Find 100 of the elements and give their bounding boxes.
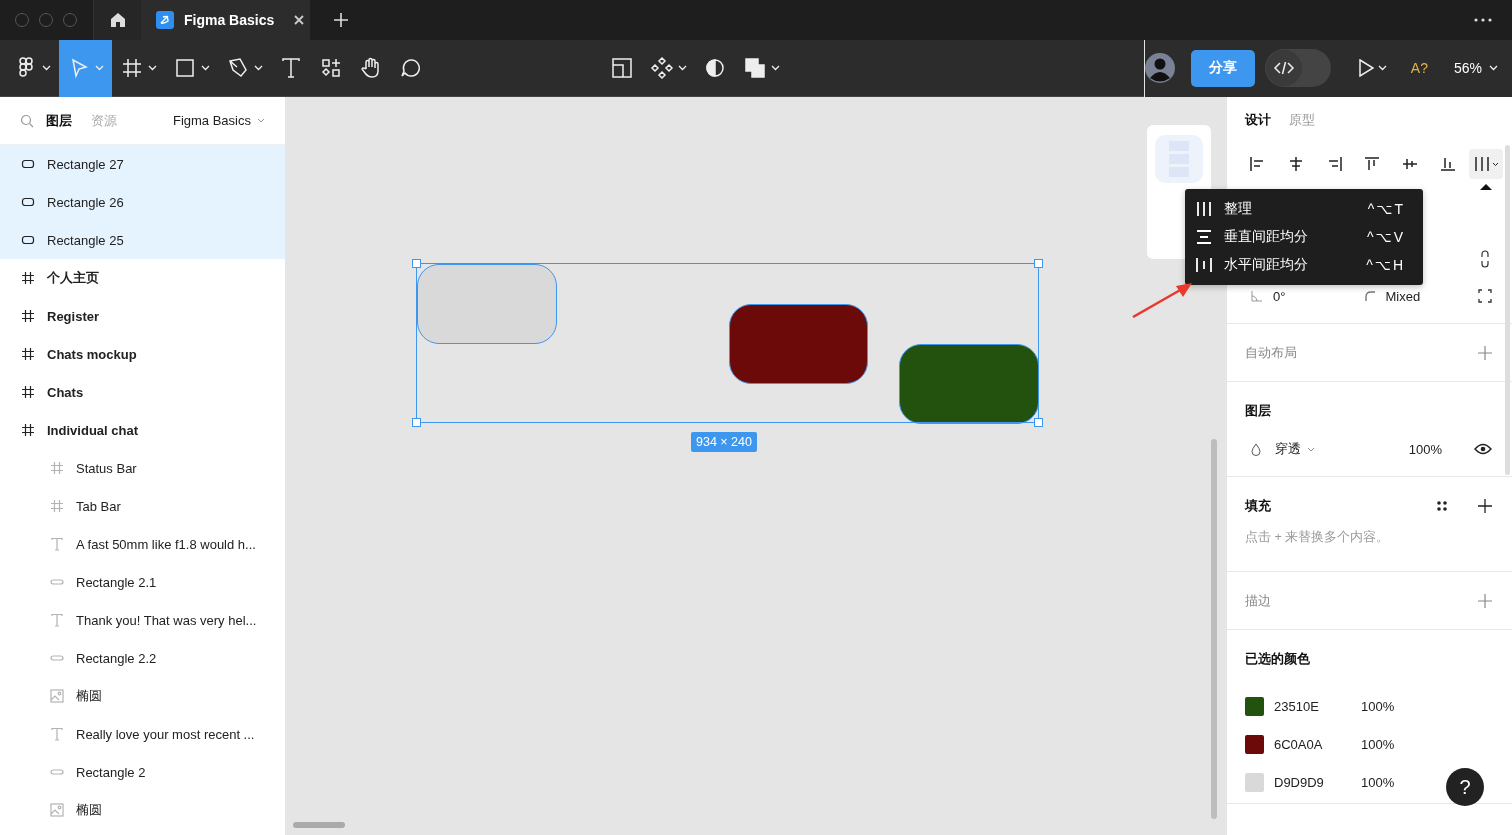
layer-item[interactable]: Rectangle 25 <box>0 221 285 259</box>
align-middle-icon <box>1401 156 1419 172</box>
chevron-icon <box>678 65 687 71</box>
color-hex[interactable]: 6C0A0A <box>1274 736 1361 752</box>
panel-tab[interactable]: 设计 <box>1245 111 1271 129</box>
text-icon <box>50 537 64 551</box>
scrollbar[interactable] <box>1211 439 1217 819</box>
frame-icon <box>21 309 35 323</box>
distribute-icon <box>1473 156 1491 172</box>
visibility-icon[interactable] <box>1474 443 1492 455</box>
horizontal-icon <box>1196 258 1212 272</box>
tidy-icon <box>1196 202 1212 216</box>
blend-mode-dropdown[interactable]: 穿透 <box>1275 440 1315 458</box>
home-icon <box>108 11 127 29</box>
layer-item[interactable]: 椭圆 <box>0 791 285 829</box>
blend-mode-icon <box>1251 442 1261 456</box>
boolean-icon <box>743 56 767 80</box>
color-hex[interactable]: 23510E <box>1274 698 1361 714</box>
section-title: 已选的颜色 <box>1245 649 1310 668</box>
home-button[interactable] <box>94 0 141 40</box>
file-tab[interactable]: Figma Basics <box>141 0 310 40</box>
comment-icon <box>399 56 423 80</box>
text-icon <box>50 727 64 741</box>
chevron-icon <box>1307 446 1315 452</box>
layer-item[interactable]: Individual chat <box>0 411 285 449</box>
chevron-icon <box>254 65 263 71</box>
opacity-value[interactable]: 100% <box>1408 441 1442 457</box>
layer-item[interactable]: Chats <box>0 373 285 411</box>
color-swatch[interactable] <box>1245 696 1264 716</box>
more-icon[interactable] <box>1474 18 1492 22</box>
chevron-icon <box>148 65 157 71</box>
frame-icon <box>21 271 35 285</box>
layer-item[interactable]: Thank you! That was very hel... <box>0 601 285 639</box>
layer-item[interactable]: Rectangle 2.1 <box>0 563 285 601</box>
vertical-icon <box>1196 230 1212 244</box>
layer-item[interactable]: Rectangle 2 <box>0 753 285 791</box>
scrollbar[interactable] <box>293 822 345 828</box>
constrain-proportions-icon[interactable] <box>1480 250 1490 268</box>
frame-icon <box>21 347 35 361</box>
frame-icon <box>21 385 35 399</box>
rotation-value[interactable]: 0° <box>1273 288 1286 304</box>
corner-radius-icon <box>1365 291 1376 301</box>
section-title: 图层 <box>1245 401 1271 420</box>
add-icon[interactable] <box>1478 498 1492 513</box>
crop-icon <box>610 56 634 80</box>
color-opacity[interactable]: 100% <box>1361 774 1395 790</box>
corner-radius-value[interactable]: Mixed <box>1385 288 1421 304</box>
panel-tab[interactable]: 图层 <box>46 111 72 130</box>
close-icon[interactable] <box>294 15 304 25</box>
scrollbar[interactable] <box>1505 145 1510 475</box>
pen-icon <box>226 56 250 80</box>
missing-fonts-button[interactable]: A? <box>1410 60 1428 76</box>
independent-corners-icon[interactable] <box>1478 289 1492 303</box>
layer-item[interactable]: Status Bar <box>0 449 285 487</box>
new-tab-icon[interactable] <box>334 13 348 27</box>
frame-icon <box>50 461 64 475</box>
image-icon <box>50 689 64 703</box>
frame-icon <box>50 499 64 513</box>
layer-item[interactable]: Rectangle 2.2 <box>0 639 285 677</box>
layer-item[interactable]: 椭圆 <box>0 677 285 715</box>
section-title: 填充 <box>1245 496 1271 515</box>
layer-item[interactable]: A fast 50mm like f1.8 would h... <box>0 525 285 563</box>
frame-icon <box>21 423 35 437</box>
color-swatch[interactable] <box>1245 734 1264 754</box>
layer-item[interactable]: Rectangle 26 <box>0 183 285 221</box>
layer-item[interactable]: Tab Bar <box>0 487 285 525</box>
align-top-icon <box>1363 156 1381 172</box>
play-icon <box>1358 59 1374 77</box>
distribute-button[interactable] <box>1469 149 1503 179</box>
chevron-icon <box>95 65 104 71</box>
color-hex[interactable]: D9D9D9 <box>1274 774 1361 790</box>
rectangle-icon <box>21 195 35 209</box>
image-icon <box>50 803 64 817</box>
layer-item[interactable]: Rectangle 27 <box>0 145 285 183</box>
color-opacity[interactable]: 100% <box>1361 698 1395 714</box>
section-title: 自动布局 <box>1245 343 1297 362</box>
styles-icon[interactable] <box>1436 499 1448 512</box>
file-icon <box>156 11 174 29</box>
component-icon <box>650 56 674 80</box>
layer-item[interactable]: Chats mockup <box>0 335 285 373</box>
help-button[interactable]: ? <box>1446 768 1484 806</box>
rotation-icon <box>1251 290 1263 302</box>
caret-icon <box>1480 184 1492 190</box>
section-title: 描边 <box>1245 591 1271 610</box>
frame-icon <box>120 56 144 80</box>
chevron-icon <box>257 118 265 123</box>
resources-icon <box>319 56 343 80</box>
layer-item[interactable]: 个人主页 <box>0 259 285 297</box>
dev-mode-toggle[interactable] <box>1264 49 1331 87</box>
chevron-icon <box>1377 65 1387 71</box>
align-center-icon <box>1287 156 1305 172</box>
zoom-menu[interactable]: 56% <box>1453 60 1498 76</box>
layer-item[interactable]: Register <box>0 297 285 335</box>
layer-item[interactable]: Really love your most recent ... <box>0 715 285 753</box>
color-opacity[interactable]: 100% <box>1361 736 1395 752</box>
color-swatch[interactable] <box>1245 772 1264 792</box>
avatar-icon[interactable] <box>1144 53 1175 83</box>
page-selector[interactable]: Figma Basics <box>172 113 265 128</box>
search-icon[interactable] <box>20 113 34 128</box>
chevron-icon <box>42 65 51 71</box>
